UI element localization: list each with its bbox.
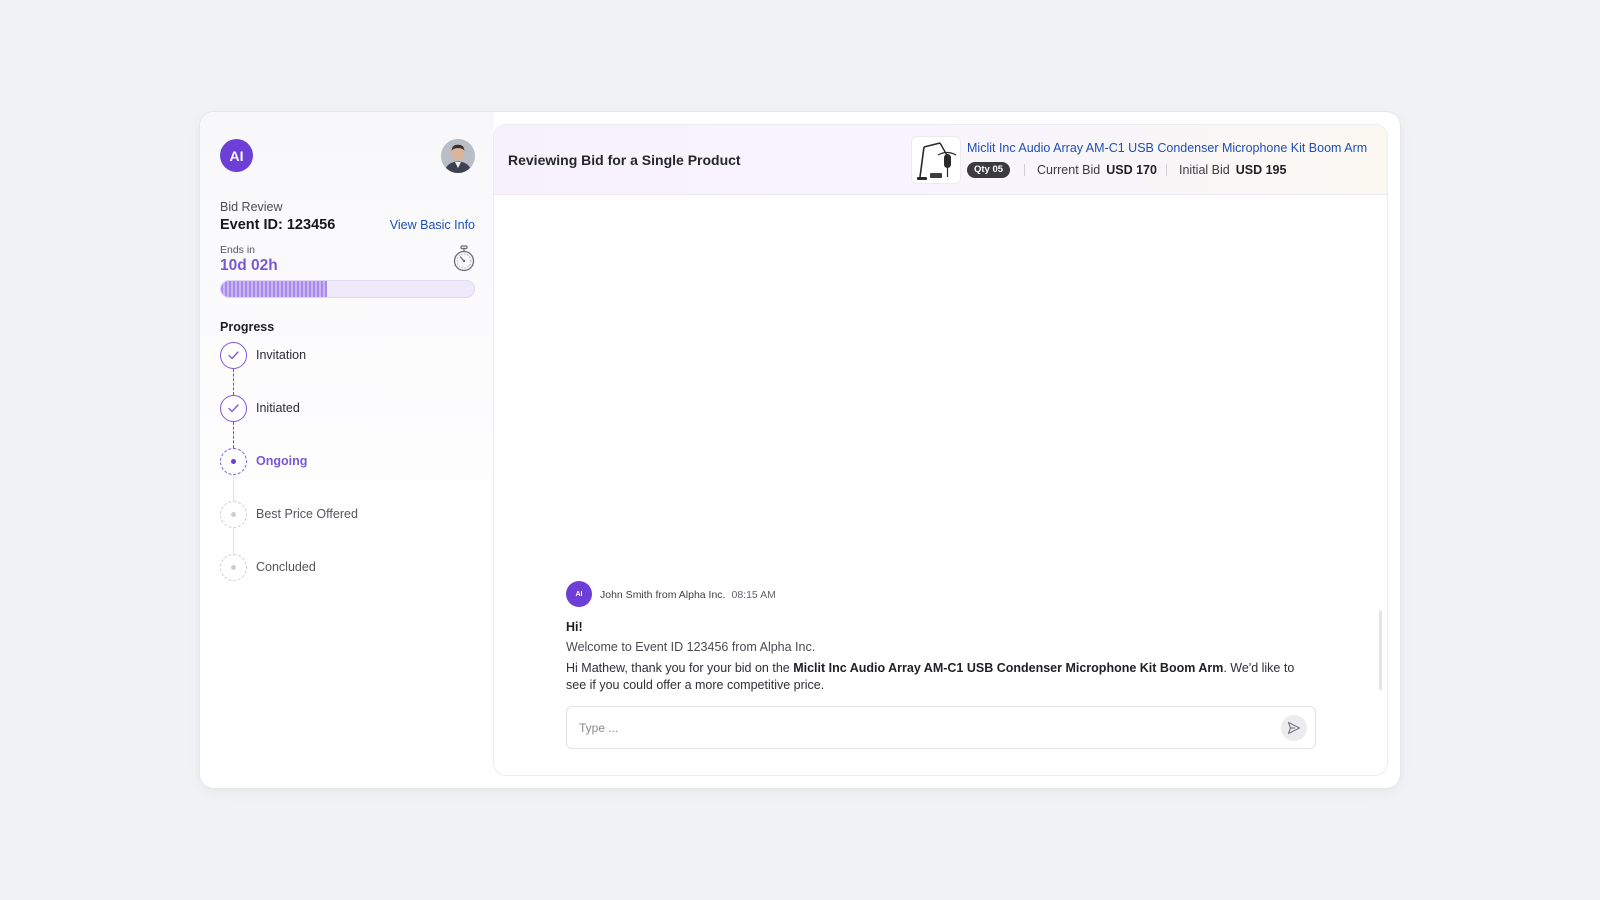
progress-steps: Invitation Initiated Ongoing Best Price … bbox=[220, 342, 480, 607]
ai-logo-icon[interactable]: AI bbox=[220, 139, 253, 172]
ends-in-value: 10d 02h bbox=[220, 257, 278, 274]
user-avatar[interactable] bbox=[441, 139, 475, 173]
bid-header: Reviewing Bid for a Single Product Micli… bbox=[494, 125, 1387, 195]
divider bbox=[1024, 164, 1025, 176]
sidebar: AI Bid Review Event ID: 123456 View Basi… bbox=[200, 112, 494, 788]
message-sender: John Smith from Alpha Inc. 08:15 AM bbox=[600, 589, 776, 601]
time-progress-bar bbox=[220, 280, 475, 298]
sender-avatar: AI bbox=[566, 581, 592, 607]
event-id: Event ID: 123456 bbox=[220, 217, 336, 233]
step-best-price-offered: Best Price Offered bbox=[220, 501, 480, 554]
step-connector bbox=[233, 475, 234, 501]
step-label: Best Price Offered bbox=[256, 507, 358, 521]
chat-scrollbar[interactable] bbox=[1379, 610, 1382, 690]
message-welcome: Welcome to Event ID 123456 from Alpha In… bbox=[566, 640, 816, 654]
chat-input[interactable] bbox=[579, 718, 1239, 738]
dot-icon bbox=[220, 554, 247, 581]
main-panel: Reviewing Bid for a Single Product Micli… bbox=[494, 125, 1387, 775]
view-basic-info-link[interactable]: View Basic Info bbox=[390, 218, 475, 232]
step-label: Ongoing bbox=[256, 454, 308, 468]
message-body-product: Miclit Inc Audio Array AM-C1 USB Condens… bbox=[793, 661, 1224, 675]
step-connector bbox=[233, 369, 234, 395]
check-icon bbox=[220, 395, 247, 422]
step-concluded: Concluded bbox=[220, 554, 480, 607]
app-window: AI Bid Review Event ID: 123456 View Basi… bbox=[200, 112, 1400, 788]
send-icon bbox=[1287, 721, 1301, 735]
send-button[interactable] bbox=[1281, 715, 1307, 741]
dot-icon bbox=[220, 448, 247, 475]
step-ongoing: Ongoing bbox=[220, 448, 480, 501]
check-icon bbox=[220, 342, 247, 369]
initial-bid: Initial Bid USD 195 bbox=[1179, 163, 1286, 177]
message-body-prefix: Hi Mathew, thank you for your bid on the bbox=[566, 661, 794, 675]
product-thumbnail[interactable] bbox=[911, 136, 961, 184]
current-bid: Current Bid USD 170 bbox=[1037, 163, 1157, 177]
step-connector bbox=[233, 528, 234, 554]
step-connector bbox=[233, 422, 234, 448]
divider bbox=[1166, 164, 1167, 176]
step-label: Invitation bbox=[256, 348, 307, 362]
sender-name: John Smith from Alpha Inc. bbox=[600, 589, 726, 601]
progress-heading: Progress bbox=[220, 320, 275, 334]
step-label: Initiated bbox=[256, 401, 300, 415]
chat-input-box bbox=[566, 706, 1316, 749]
time-progress-fill bbox=[221, 281, 328, 297]
bid-review-label: Bid Review bbox=[220, 200, 283, 214]
initial-bid-value: USD 195 bbox=[1235, 163, 1287, 177]
product-name-link[interactable]: Miclit Inc Audio Array AM-C1 USB Condens… bbox=[967, 141, 1367, 155]
current-bid-value: USD 170 bbox=[1106, 163, 1157, 177]
stopwatch-icon bbox=[452, 245, 476, 273]
step-initiated: Initiated bbox=[220, 395, 480, 448]
step-invitation: Invitation bbox=[220, 342, 480, 395]
message-greeting: Hi! bbox=[566, 620, 583, 634]
message-time: 08:15 AM bbox=[731, 589, 776, 601]
page-title: Reviewing Bid for a Single Product bbox=[508, 152, 741, 168]
ends-in-label: Ends in bbox=[220, 244, 256, 256]
step-label: Concluded bbox=[256, 560, 316, 574]
dot-icon bbox=[220, 501, 247, 528]
current-bid-label: Current Bid bbox=[1037, 163, 1101, 177]
message-body: Hi Mathew, thank you for your bid on the… bbox=[566, 660, 1306, 693]
quantity-badge: Qty 05 bbox=[967, 162, 1011, 178]
initial-bid-label: Initial Bid bbox=[1179, 163, 1230, 177]
